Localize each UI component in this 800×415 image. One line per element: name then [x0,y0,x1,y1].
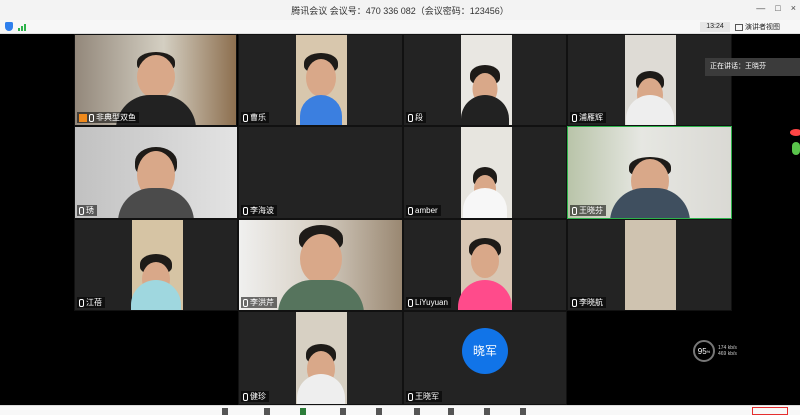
meeting-toolbar [0,405,800,415]
participant-name: amber [415,206,438,215]
participant-label: 王晓军 [406,391,442,402]
mic-icon [408,392,413,401]
mic-icon [79,298,84,307]
mic-icon [572,206,577,215]
maximize-button[interactable]: □ [775,3,780,13]
mic-icon [572,298,577,307]
participant-label: 琇 [77,205,97,216]
participant-name: 李晓航 [579,298,603,307]
mic-icon [408,298,413,307]
participant-tile[interactable]: 段 [403,34,567,126]
signal-icon[interactable] [18,23,26,31]
participant-label: 李海波 [241,205,277,216]
participant-name: 非典型双鱼 [96,113,136,122]
participant-label: 健珍 [241,391,269,402]
shield-icon[interactable] [5,22,13,31]
participant-label: 李晓航 [570,297,606,308]
participant-label: 李洪芹 [241,297,277,308]
participant-tile[interactable]: amber [403,126,567,219]
speaker-view-button[interactable]: 演讲者视图 [735,22,780,32]
participant-name: 健珍 [250,392,266,401]
window-title: 腾讯会议 会议号：470 336 082（会议密码：123456） [291,5,509,16]
participant-tile[interactable]: 曹乐 [238,34,403,126]
participant-tile[interactable]: 江蓓 [74,219,238,311]
floating-sticker-icon [782,129,800,159]
participant-name: 江蓓 [86,298,102,307]
mic-icon [243,206,248,215]
mic-icon [89,113,94,122]
participant-name: 李海波 [250,206,274,215]
download-rate: 469 [718,351,727,357]
network-quality-value: 95 [697,346,707,356]
participant-name: 段 [415,113,423,122]
window-controls: — □ × [756,3,796,13]
share-screen-button[interactable] [300,408,306,415]
participant-tile[interactable]: 浦雁辉 [567,34,732,126]
mic-icon [408,206,413,215]
participant-tile[interactable]: 李洪芹 [238,219,403,311]
settings-button[interactable] [448,408,454,415]
network-status-widget[interactable]: 95% 174 kb/s 469 kb/s [693,340,737,362]
mic-icon [243,113,248,122]
mic-icon [243,392,248,401]
participant-name: 王晓军 [415,392,439,401]
document-button[interactable] [484,408,490,415]
participant-label: 王晓芬 [570,205,606,216]
mic-icon [243,298,248,307]
participant-name: LiYuyuan [415,298,448,307]
title-bar: 腾讯会议 会议号：470 336 082（会议密码：123456） — □ × [0,0,800,20]
network-rates: 174 kb/s 469 kb/s [718,345,737,357]
participant-label: LiYuyuan [406,297,451,308]
end-meeting-button[interactable] [752,407,788,415]
more-button[interactable] [520,408,526,415]
network-quality-unit: % [706,348,711,354]
participant-name: 王晓芬 [579,206,603,215]
participants-list-button[interactable] [376,408,382,415]
participant-tile[interactable]: 非典型双鱼 [74,34,237,126]
mic-icon [408,113,413,122]
participant-name: 浦雁辉 [579,113,603,122]
participant-label: 非典型双鱼 [77,112,139,123]
participant-tile[interactable]: LiYuyuan [403,219,567,311]
participant-tile[interactable]: 健珍 [238,311,403,405]
participant-tile[interactable]: 琇 [74,126,238,219]
mute-button[interactable] [222,408,228,415]
video-button[interactable] [264,408,270,415]
chat-button[interactable] [414,408,420,415]
participant-label: 江蓓 [77,297,105,308]
download-rate-unit: kb/s [727,351,737,357]
meeting-window: 腾讯会议 会议号：470 336 082（会议密码：123456） — □ × … [0,0,800,415]
gallery-view-icon [735,23,743,31]
participant-name: 李洪芹 [250,298,274,307]
participant-tile-active-speaker[interactable]: 王晓芬 [567,126,732,219]
minimize-button[interactable]: — [756,3,765,13]
participant-label: 浦雁辉 [570,112,606,123]
participant-label: amber [406,205,441,216]
network-quality-gauge: 95% [693,340,715,362]
meeting-status-bar: 13:24 演讲者视图 [0,20,800,34]
participant-tile[interactable]: 李海波 [238,126,403,219]
close-button[interactable]: × [791,3,796,13]
mic-icon [572,113,577,122]
participant-name: 琇 [86,206,94,215]
participant-name: 曹乐 [250,113,266,122]
speaking-indicator: 正在讲话：王晓芬 [705,58,800,76]
participant-avatar: 晓军 [462,328,508,374]
participant-label: 曹乐 [241,112,269,123]
mic-icon [79,206,84,215]
participant-tile[interactable]: 李晓航 [567,219,732,311]
host-icon [79,113,87,122]
participants-button[interactable] [340,408,346,415]
meeting-time: 13:24 [700,22,730,32]
speaker-view-label: 演讲者视图 [745,24,780,31]
participant-label: 段 [406,112,426,123]
